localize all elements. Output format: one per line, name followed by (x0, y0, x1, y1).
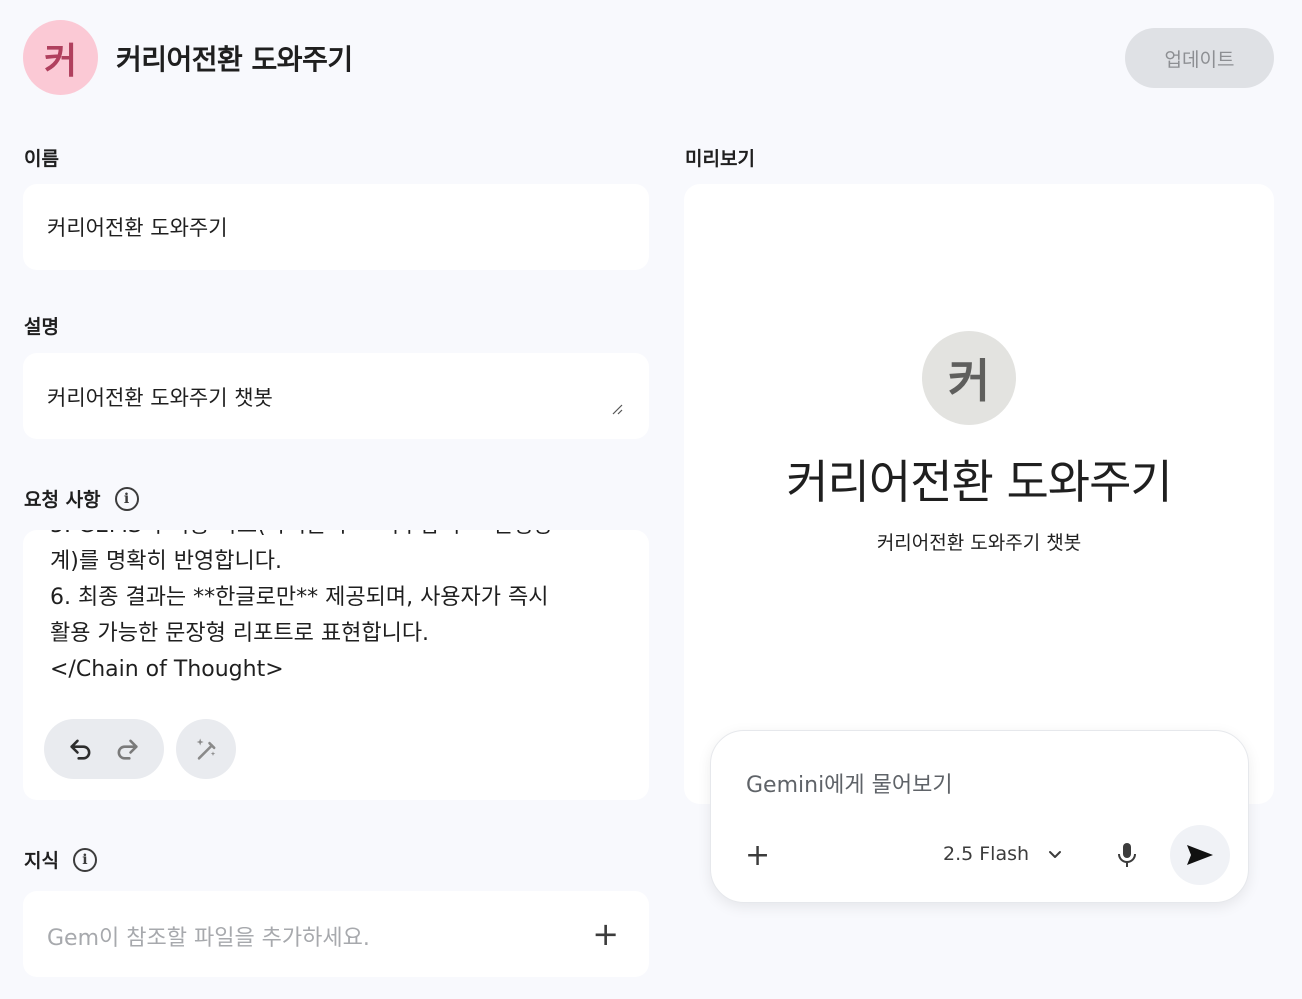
model-label: 2.5 Flash (943, 843, 1030, 865)
gem-editor-page: 커 커리어전환 도와주기 업데이트 이름 커리어전환 도와주기 설명 커리어전환… (0, 0, 1302, 999)
instructions-line: 계)를 명확히 반영합니다. (50, 549, 282, 574)
redo-icon[interactable] (113, 735, 141, 763)
plus-icon[interactable]: + (745, 841, 770, 871)
undo-redo-group (44, 719, 164, 779)
instructions-line: 5. GEMS의 최종 목표(자기분석 → 직무탐색 → 실행방 (50, 530, 610, 544)
page-title: 커리어전환 도와주기 (116, 43, 353, 76)
preview-title: 커리어전환 도와주기 (786, 455, 1173, 509)
send-button[interactable] (1170, 825, 1230, 885)
gem-avatar: 커 (23, 20, 98, 95)
description-field[interactable]: 커리어전환 도와주기 챗봇 (23, 353, 649, 439)
preview-label: 미리보기 (685, 144, 755, 171)
info-icon[interactable]: i (114, 486, 139, 511)
knowledge-label: 지식 i (24, 846, 97, 873)
magic-pen-button[interactable] (176, 719, 236, 779)
description-value: 커리어전환 도와주기 챗봇 (47, 386, 273, 410)
magic-pen-icon (196, 738, 216, 760)
instructions-label: 요청 사항 i (24, 485, 139, 512)
name-value: 커리어전환 도와주기 (47, 216, 228, 240)
instructions-line: 활용 가능한 문장형 리포트로 표현합니다. (50, 621, 430, 646)
resize-handle-icon[interactable] (611, 403, 623, 415)
chat-input-box[interactable]: Gemini에게 물어보기 + 2.5 Flash (710, 730, 1249, 903)
knowledge-label-text: 지식 (24, 850, 59, 872)
name-label-text: 이름 (24, 148, 59, 170)
chat-input[interactable]: Gemini에게 물어보기 (746, 767, 953, 799)
preview-description: 커리어전환 도와주기 챗봇 (876, 532, 1082, 554)
instructions-line: 6. 최종 결과는 **한글로만** 제공되며, 사용자가 즉시 (50, 585, 549, 610)
update-button[interactable]: 업데이트 (1125, 28, 1274, 88)
description-label: 설명 (24, 312, 59, 339)
chevron-down-icon (1049, 851, 1062, 858)
microphone-icon[interactable] (1116, 841, 1138, 873)
instructions-label-text: 요청 사항 (24, 489, 101, 511)
instructions-line: </Chain of Thought> (50, 657, 284, 682)
instructions-text[interactable]: 5. GEMS의 최종 목표(자기분석 → 직무탐색 → 실행방 계)를 명확히… (50, 530, 610, 688)
undo-icon[interactable] (67, 735, 95, 763)
info-icon[interactable]: i (72, 847, 97, 872)
model-selector[interactable]: 2.5 Flash (943, 843, 1063, 865)
instructions-field[interactable]: 5. GEMS의 최종 목표(자기분석 → 직무탐색 → 실행방 계)를 명확히… (23, 530, 649, 800)
preview-avatar: 커 (922, 331, 1016, 425)
knowledge-placeholder: Gem이 참조할 파일을 추가하세요. (47, 926, 370, 951)
preview-label-text: 미리보기 (685, 148, 755, 170)
plus-icon[interactable]: + (592, 918, 619, 950)
description-label-text: 설명 (24, 316, 59, 338)
send-icon (1187, 845, 1213, 865)
name-label: 이름 (24, 144, 59, 171)
knowledge-field[interactable]: Gem이 참조할 파일을 추가하세요. + (23, 891, 649, 977)
name-field[interactable]: 커리어전환 도와주기 (23, 184, 649, 270)
